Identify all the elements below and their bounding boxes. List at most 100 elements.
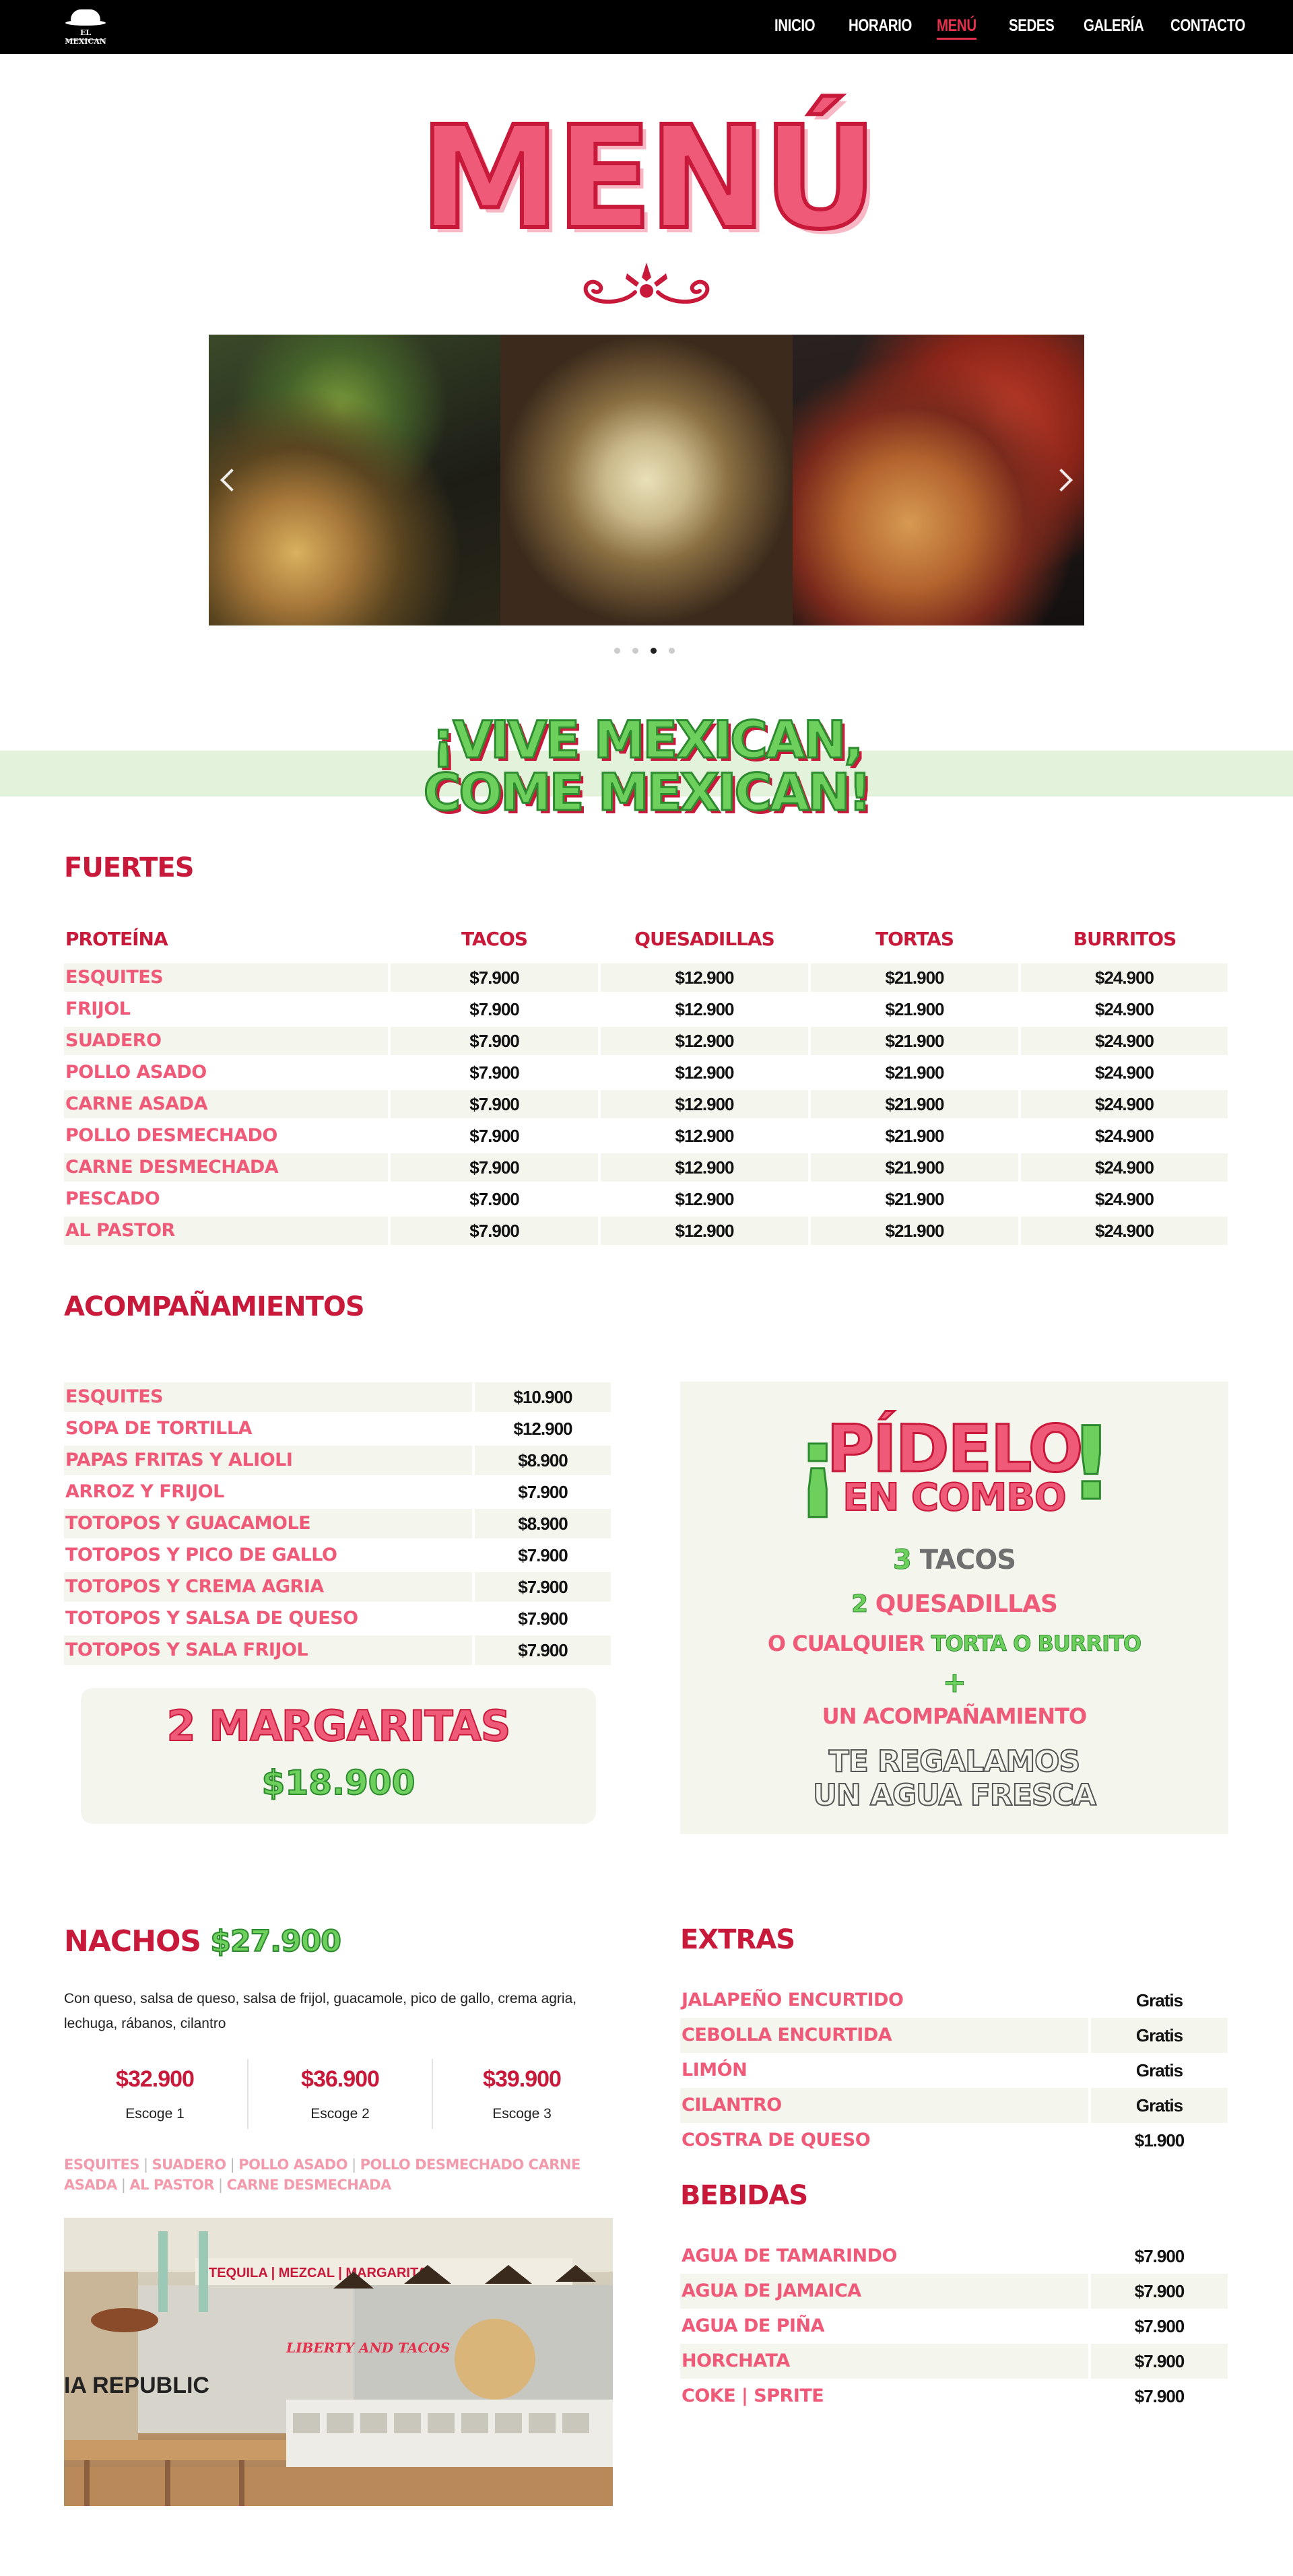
protein-name: PESCADO — [65, 1188, 160, 1209]
table-row: CEBOLLA ENCURTIDA Gratis — [680, 2018, 1228, 2053]
nav-sedes[interactable]: SEDES — [1009, 16, 1055, 36]
price-cell: $24.900 — [1021, 1153, 1228, 1182]
table-row: TOTOPOS Y SALA FRIJOL $7.900 — [64, 1635, 611, 1665]
combo-gift: TE REGALAMOS UN AGUA FRESCA — [680, 1744, 1228, 1813]
food-carousel[interactable] — [209, 335, 1084, 625]
carousel-dot[interactable] — [669, 648, 675, 654]
nachos-description: Con queso, salsa de queso, salsa de frij… — [64, 1991, 577, 2031]
carousel-dot-active[interactable] — [651, 648, 657, 654]
nachos-photo — [209, 335, 501, 625]
choice-price: $32.900 — [116, 2066, 195, 2092]
price-cell: Gratis — [1135, 2060, 1183, 2080]
table-row: SUADERO $7.900 $12.900 $21.900 $24.900 — [64, 1027, 1228, 1055]
table-row: AGUA DE TAMARINDO $7.900 — [680, 2239, 1228, 2274]
table-row: HORCHATA $7.900 — [680, 2344, 1228, 2379]
divider — [247, 2059, 248, 2129]
price-cell: Gratis — [1091, 2018, 1228, 2053]
nav-galeria[interactable]: GALERÍA — [1084, 16, 1144, 36]
table-row: CARNE ASADA $7.900 $12.900 $21.900 $24.9… — [64, 1090, 1228, 1118]
carousel-dot[interactable] — [614, 648, 620, 654]
price-cell: $24.900 — [1095, 1189, 1154, 1209]
combo-tacos-text: TACOS — [919, 1545, 1016, 1575]
option-item: POLLO ASADO — [238, 2157, 348, 2173]
side-name: TOTOPOS Y SALSA DE QUESO — [65, 1608, 358, 1629]
table-row: POLLO ASADO $7.900 $12.900 $21.900 $24.9… — [64, 1058, 1228, 1087]
table-row: CILANTRO Gratis — [680, 2088, 1228, 2123]
nav-horario[interactable]: HORARIO — [849, 16, 912, 36]
drink-name: AGUA DE TAMARINDO — [682, 2245, 897, 2266]
margaritas-price: $18.900 — [261, 1763, 416, 1803]
price-cell: Gratis — [1091, 2088, 1228, 2123]
carousel-next-icon[interactable] — [1050, 469, 1073, 492]
price-cell: $21.900 — [811, 1217, 1018, 1245]
price-cell: Gratis — [1135, 1990, 1183, 2010]
choice-price: $39.900 — [483, 2066, 562, 2092]
carousel-dot[interactable] — [632, 648, 638, 654]
drink-name: COKE | SPRITE — [682, 2385, 824, 2406]
price-cell: $12.900 — [675, 1126, 735, 1146]
price-cell: $21.900 — [885, 1189, 945, 1209]
protein-name: CARNE DESMECHADA — [64, 1153, 388, 1182]
quesadilla-photo — [500, 335, 793, 625]
table-row: SOPA DE TORTILLA $12.900 — [64, 1414, 611, 1444]
extras-title: EXTRAS — [680, 1924, 795, 1955]
extra-name: CEBOLLA ENCURTIDA — [680, 2018, 1088, 2053]
table-row: FRIJOL $7.900 $12.900 $21.900 $24.900 — [64, 995, 1228, 1023]
combo-line-torta-a: O CUALQUIER — [767, 1631, 925, 1656]
table-row: TOTOPOS Y SALSA DE QUESO $7.900 — [64, 1604, 611, 1633]
acompanamientos-title: ACOMPAÑAMIENTOS — [64, 1291, 365, 1322]
protein-name: ESQUITES — [64, 963, 388, 992]
table-row: JALAPEÑO ENCURTIDO Gratis — [680, 1983, 1228, 2018]
price-cell: $12.900 — [601, 1153, 808, 1182]
table-row: AGUA DE PIÑA $7.900 — [680, 2309, 1228, 2344]
protein-name: POLLO ASADO — [65, 1062, 207, 1083]
combo-plus: + — [942, 1666, 966, 1699]
table-row: PAPAS FRITAS Y ALIOLI $8.900 — [64, 1446, 611, 1475]
protein-name: POLLO DESMECHADO — [65, 1125, 277, 1146]
ornament-icon — [583, 263, 710, 304]
combo-subtitle: EN COMBO — [842, 1475, 1067, 1520]
price-cell: $7.900 — [391, 963, 598, 992]
col-burritos: BURRITOS — [1073, 928, 1177, 950]
combo-line-torta-b: TORTA O BURRITO — [931, 1631, 1141, 1657]
brand-logo[interactable]: EL MEXICAN — [64, 5, 107, 47]
combo-quesadillas-count: 2 — [851, 1590, 869, 1619]
extra-name: CILANTRO — [680, 2088, 1088, 2123]
carousel-prev-icon[interactable] — [220, 469, 243, 492]
side-name: TOTOPOS Y GUACAMOLE — [65, 1513, 311, 1534]
nachos-price: $27.900 — [209, 1924, 341, 1959]
nav-inicio[interactable]: INICIO — [774, 16, 816, 36]
margaritas-promo: 2 MARGARITAS $18.900 — [81, 1688, 596, 1824]
table-row: ARROZ Y FRIJOL $7.900 — [64, 1477, 611, 1507]
price-cell: $24.900 — [1021, 1027, 1228, 1055]
col-tortas: TORTAS — [875, 928, 954, 950]
table-row: TOTOPOS Y CREMA AGRIA $7.900 — [64, 1572, 611, 1602]
option-separator: | — [143, 2157, 148, 2173]
price-cell: $7.900 — [518, 1545, 568, 1565]
drink-name: AGUA DE JAMAICA — [680, 2274, 1088, 2309]
option-item: AL PASTOR — [129, 2177, 215, 2193]
price-cell: $24.900 — [1021, 963, 1228, 992]
price-cell: $7.900 — [1134, 2316, 1185, 2336]
price-cell: $10.900 — [475, 1382, 611, 1412]
combo-quesadillas-text: QUESADILLAS — [875, 1590, 1058, 1618]
choice-label: Escoge 1 — [125, 2106, 185, 2122]
price-cell: $7.900 — [469, 999, 520, 1019]
option-item: CARNE DESMECHADA — [226, 2177, 392, 2193]
nav-contacto[interactable]: CONTACTO — [1170, 16, 1245, 36]
nav-menu[interactable]: MENÚ — [937, 16, 976, 40]
price-cell: $8.900 — [475, 1446, 611, 1475]
side-name: PAPAS FRITAS Y ALIOLI — [65, 1450, 293, 1470]
side-name: TOTOPOS Y CREMA AGRIA — [65, 1576, 324, 1597]
table-row: ESQUITES $7.900 $12.900 $21.900 $24.900 — [64, 963, 1228, 992]
option-separator: | — [230, 2157, 235, 2173]
option-separator: | — [121, 2177, 126, 2193]
slogan-line-1: ¡VIVE MEXICAN, — [430, 710, 864, 770]
price-cell: $7.900 — [518, 1482, 568, 1502]
choice-1: $32.900 Escoge 1 — [64, 2059, 246, 2122]
price-cell: $7.900 — [1134, 2386, 1185, 2406]
page-title: MENÚ — [418, 96, 880, 261]
price-cell: $7.900 — [469, 1126, 520, 1146]
price-cell: $12.900 — [513, 1419, 573, 1439]
combo-line-quesadillas: 2 QUESADILLAS — [680, 1590, 1228, 1619]
